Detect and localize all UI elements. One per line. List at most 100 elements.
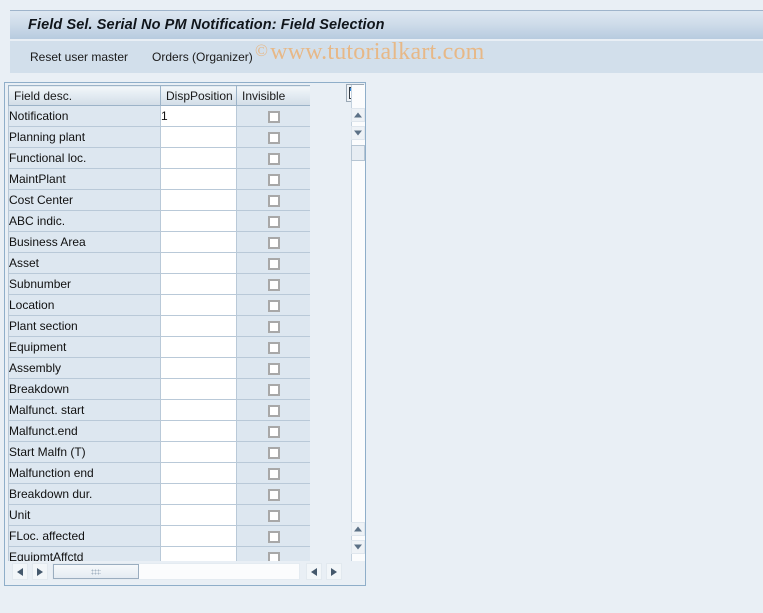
table-header: Field desc. DispPosition Invisible: [8, 85, 310, 106]
invisible-checkbox[interactable]: [267, 278, 280, 291]
scroll-right-icon[interactable]: [32, 563, 48, 580]
scroll-left-icon[interactable]: [12, 563, 28, 580]
scroll-down-icon[interactable]: [351, 126, 365, 140]
invisible-cell: [236, 483, 310, 505]
page-title: Field Sel. Serial No PM Notification: Fi…: [28, 17, 385, 33]
invisible-cell: [236, 168, 310, 190]
table-row[interactable]: Start Malfn (T): [8, 441, 310, 463]
disp-position-input[interactable]: [160, 357, 237, 379]
column-header-invisible[interactable]: Invisible: [236, 85, 310, 106]
vertical-scroll-thumb[interactable]: [351, 145, 365, 161]
table-row[interactable]: Business Area: [8, 231, 310, 253]
field-description-cell: Location: [8, 294, 161, 316]
disp-position-input[interactable]: [160, 147, 237, 169]
invisible-cell: [236, 420, 310, 442]
table-row[interactable]: Breakdown dur.: [8, 483, 310, 505]
column-header-field-desc[interactable]: Field desc.: [8, 85, 161, 106]
invisible-checkbox[interactable]: [267, 341, 280, 354]
invisible-checkbox[interactable]: [267, 236, 280, 249]
disp-position-input[interactable]: [160, 126, 237, 148]
disp-position-input[interactable]: [160, 315, 237, 337]
table-row[interactable]: Malfunction end: [8, 462, 310, 484]
horizontal-scrollbar[interactable]: [8, 563, 362, 581]
invisible-checkbox[interactable]: [267, 110, 280, 123]
disp-position-input[interactable]: [160, 378, 237, 400]
invisible-checkbox[interactable]: [267, 152, 280, 165]
reset-user-master-button[interactable]: Reset user master: [22, 47, 136, 67]
invisible-cell: [236, 378, 310, 400]
invisible-checkbox[interactable]: [267, 215, 280, 228]
invisible-checkbox[interactable]: [267, 320, 280, 333]
table-row[interactable]: ABC indic.: [8, 210, 310, 232]
orders-organizer-button[interactable]: Orders (Organizer): [144, 47, 261, 67]
disp-position-input[interactable]: [160, 483, 237, 505]
disp-position-input[interactable]: [160, 210, 237, 232]
table-row[interactable]: Functional loc.: [8, 147, 310, 169]
disp-position-input[interactable]: [160, 546, 237, 561]
scroll-left-icon-end[interactable]: [306, 563, 322, 580]
invisible-checkbox[interactable]: [267, 299, 280, 312]
table-row[interactable]: Breakdown: [8, 378, 310, 400]
invisible-checkbox[interactable]: [267, 194, 280, 207]
invisible-cell: [236, 105, 310, 127]
column-header-dispposition[interactable]: DispPosition: [160, 85, 237, 106]
horizontal-scroll-thumb[interactable]: [53, 564, 139, 579]
table-row[interactable]: Equipment: [8, 336, 310, 358]
table-row[interactable]: FLoc. affected: [8, 525, 310, 547]
scroll-up-icon[interactable]: [351, 108, 365, 122]
invisible-checkbox[interactable]: [267, 257, 280, 270]
field-description-cell: Unit: [8, 504, 161, 526]
disp-position-input[interactable]: [160, 189, 237, 211]
invisible-checkbox[interactable]: [267, 404, 280, 417]
disp-position-input[interactable]: [160, 252, 237, 274]
table-row[interactable]: MaintPlant: [8, 168, 310, 190]
disp-position-input[interactable]: [160, 168, 237, 190]
table-row[interactable]: Plant section: [8, 315, 310, 337]
disp-position-input[interactable]: [160, 441, 237, 463]
invisible-checkbox[interactable]: [267, 362, 280, 375]
field-selection-table: Field desc. DispPosition Invisible Notif…: [8, 85, 310, 561]
field-description-cell: Malfunct. start: [8, 399, 161, 421]
disp-position-input[interactable]: 1: [160, 105, 237, 127]
scroll-right-icon-end[interactable]: [326, 563, 342, 580]
table-row[interactable]: Assembly: [8, 357, 310, 379]
invisible-checkbox[interactable]: [267, 173, 280, 186]
scroll-down-icon-bottom[interactable]: [351, 540, 365, 554]
table-row[interactable]: EquipmtAffctd: [8, 546, 310, 561]
invisible-checkbox[interactable]: [267, 383, 280, 396]
table-row[interactable]: Subnumber: [8, 273, 310, 295]
scroll-up-icon-bottom[interactable]: [351, 522, 365, 536]
disp-position-input[interactable]: [160, 336, 237, 358]
disp-position-input[interactable]: [160, 525, 237, 547]
field-description-cell: Malfunction end: [8, 462, 161, 484]
table-row[interactable]: Malfunct. start: [8, 399, 310, 421]
invisible-checkbox[interactable]: [267, 446, 280, 459]
field-description-cell: Functional loc.: [8, 147, 161, 169]
invisible-cell: [236, 399, 310, 421]
table-row[interactable]: Notification 1: [8, 105, 310, 127]
table-row[interactable]: Asset: [8, 252, 310, 274]
invisible-checkbox[interactable]: [267, 131, 280, 144]
table-row[interactable]: Cost Center: [8, 189, 310, 211]
disp-position-input[interactable]: [160, 294, 237, 316]
invisible-checkbox[interactable]: [267, 551, 280, 561]
invisible-checkbox[interactable]: [267, 425, 280, 438]
invisible-cell: [236, 189, 310, 211]
disp-position-input[interactable]: [160, 504, 237, 526]
table-row[interactable]: Malfunct.end: [8, 420, 310, 442]
table-row[interactable]: Location: [8, 294, 310, 316]
disp-position-input[interactable]: [160, 420, 237, 442]
disp-position-input[interactable]: [160, 231, 237, 253]
disp-position-input[interactable]: [160, 273, 237, 295]
invisible-checkbox[interactable]: [267, 509, 280, 522]
disp-position-input[interactable]: [160, 399, 237, 421]
vertical-scrollbar[interactable]: [351, 85, 365, 561]
horizontal-scrollbar-track[interactable]: [52, 563, 300, 580]
invisible-cell: [236, 126, 310, 148]
table-row[interactable]: Unit: [8, 504, 310, 526]
invisible-checkbox[interactable]: [267, 467, 280, 480]
disp-position-input[interactable]: [160, 462, 237, 484]
invisible-checkbox[interactable]: [267, 488, 280, 501]
invisible-checkbox[interactable]: [267, 530, 280, 543]
table-row[interactable]: Planning plant: [8, 126, 310, 148]
